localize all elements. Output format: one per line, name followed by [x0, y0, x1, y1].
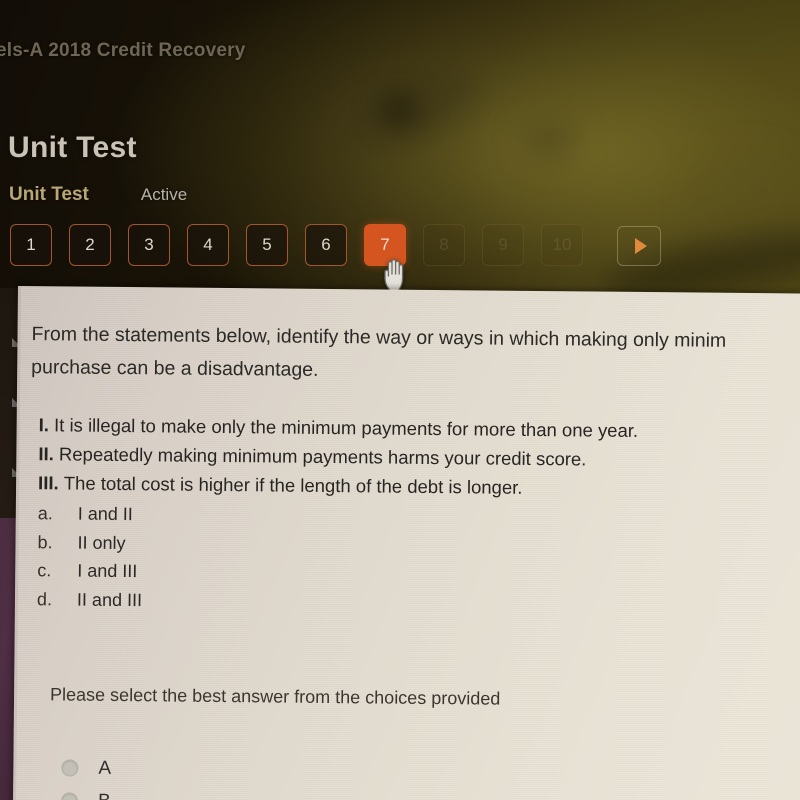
statement-text: The total cost is higher if the length o…	[63, 472, 523, 498]
tab-unit-test[interactable]: Unit Test	[9, 184, 89, 206]
question-prompt-line-2: purchase can be a disadvantage.	[31, 356, 319, 381]
answer-radio-group: AB	[60, 751, 111, 800]
statement-numeral: II.	[38, 443, 60, 465]
question-number-label: 2	[85, 235, 95, 254]
question-number-button-6[interactable]: 6	[305, 224, 347, 266]
glare-smudge	[690, 150, 800, 270]
question-number-button-1[interactable]: 1	[10, 224, 52, 266]
choice-label: I and II	[77, 503, 133, 525]
question-number-button-8[interactable]: 8	[423, 224, 465, 266]
glare-smudge	[520, 120, 580, 164]
statement-numeral: I.	[38, 414, 55, 436]
question-number-label: 1	[26, 235, 36, 254]
breadcrumb[interactable]: els-A 2018 Credit Recovery	[0, 40, 246, 62]
question-number-label: 10	[552, 235, 572, 254]
question-pager: 1 2 3 4 5 6 7 8 9 10	[10, 224, 600, 266]
question-number-label: 8	[439, 235, 449, 254]
choice-row-a[interactable]: a. I and II	[38, 499, 143, 529]
statement-text: Repeatedly making minimum payments harms…	[58, 443, 587, 470]
choice-letter: c.	[37, 560, 52, 581]
question-number-label: 7	[380, 235, 390, 254]
statement-list: I. It is illegal to make only the minimu…	[38, 410, 799, 504]
choice-letter: a.	[37, 503, 53, 524]
choice-letter: b.	[37, 531, 53, 552]
question-number-button-9[interactable]: 9	[482, 224, 524, 266]
question-prompt: From the statements below, identify the …	[31, 318, 800, 392]
tab-bar: Unit Test Active	[9, 184, 187, 206]
question-number-label: 9	[498, 235, 508, 254]
question-number-label: 6	[321, 235, 331, 254]
select-answer-note: Please select the best answer from the c…	[49, 684, 501, 709]
glare-smudge	[380, 95, 420, 125]
statement-row: III. The total cost is higher if the len…	[38, 468, 798, 504]
radio-option-label: B	[98, 790, 111, 800]
question-number-label: 3	[144, 235, 154, 254]
radio-button-icon[interactable]	[60, 792, 79, 800]
question-number-button-10[interactable]: 10	[541, 224, 583, 266]
radio-option-label: A	[98, 757, 112, 779]
radio-option-A[interactable]: A	[61, 751, 111, 784]
status-badge-active: Active	[140, 185, 188, 204]
choice-label: II and III	[76, 589, 143, 610]
question-panel: From the statements below, identify the …	[13, 286, 800, 800]
question-number-button-2[interactable]: 2	[69, 224, 111, 266]
statement-text: It is illegal to make only the minimum p…	[53, 414, 639, 441]
choice-label: II only	[77, 532, 126, 553]
play-triangle-icon	[634, 238, 647, 254]
question-number-label: 5	[262, 235, 272, 254]
choice-row-b[interactable]: b. II only	[37, 528, 142, 558]
page-title: Unit Test	[8, 131, 137, 164]
glare-smudge	[322, 48, 488, 162]
choice-row-c[interactable]: c. I and III	[37, 556, 142, 586]
question-number-button-3[interactable]: 3	[128, 224, 170, 266]
question-number-button-5[interactable]: 5	[246, 224, 288, 266]
screenshot-root: els-A 2018 Credit Recovery Unit Test Uni…	[0, 0, 800, 800]
question-number-button-4[interactable]: 4	[187, 224, 229, 266]
question-number-button-7[interactable]: 7	[364, 224, 406, 266]
radio-button-icon[interactable]	[61, 759, 79, 777]
statement-numeral: III.	[38, 472, 64, 494]
choice-list: a. I and II b. II only c. I and III d. II and I…	[37, 499, 143, 614]
choice-row-d[interactable]: d. II and III	[37, 585, 142, 615]
choice-label: I and III	[77, 560, 138, 582]
app-header: els-A 2018 Credit Recovery Unit Test Uni…	[0, 0, 800, 300]
radio-option-B[interactable]: B	[60, 784, 111, 800]
next-question-button[interactable]	[617, 226, 661, 266]
choice-letter: d.	[36, 588, 53, 609]
question-prompt-line-1: From the statements below, identify the …	[31, 323, 727, 352]
question-number-label: 4	[203, 235, 213, 254]
